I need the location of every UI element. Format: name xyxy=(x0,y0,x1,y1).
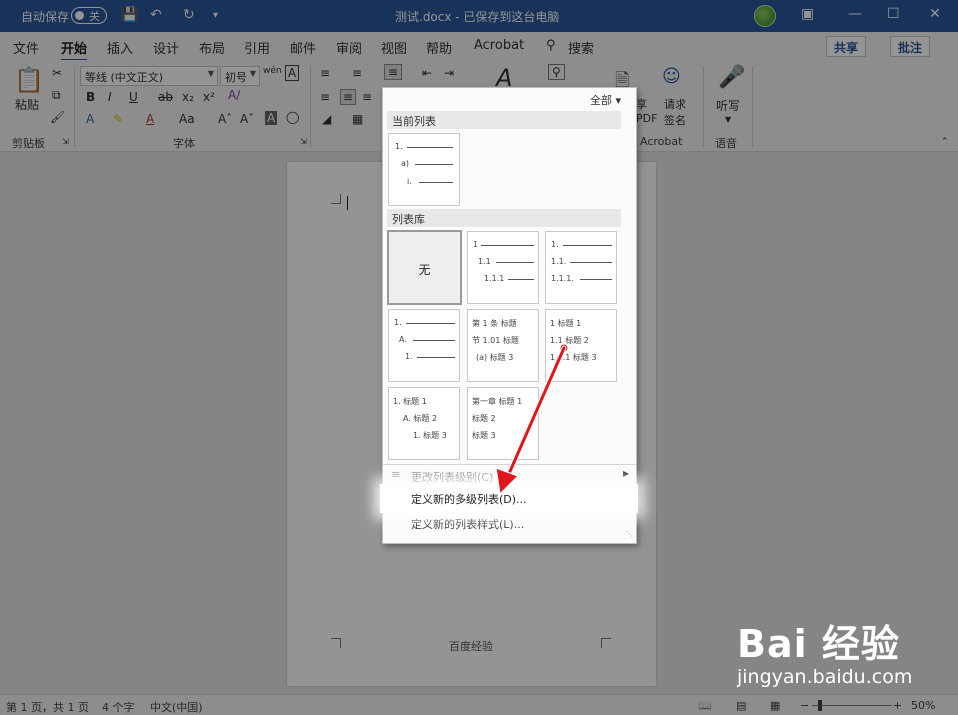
level-line xyxy=(481,245,534,246)
level-1-marker: 1. xyxy=(394,318,402,327)
list-filter-label: 全部 xyxy=(590,94,612,107)
list-option-3[interactable]: 1. A. 1. xyxy=(388,309,460,382)
level-line xyxy=(406,323,455,324)
current-list-thumbnail[interactable]: 1. a) i. xyxy=(388,133,460,206)
level-2-marker: A. 标题 2 xyxy=(403,414,438,423)
level-line xyxy=(563,245,612,246)
level-line xyxy=(417,357,455,358)
level-2-marker: 节 1.01 标题 xyxy=(472,336,519,345)
level-1-marker: 1. xyxy=(395,142,403,151)
list-option-4[interactable]: 第 1 条 标题 节 1.01 标题 (a) 标题 3 xyxy=(467,309,539,382)
level-2-marker: 1.1 xyxy=(478,257,491,266)
level-3-marker: 1.1.1 xyxy=(484,274,505,283)
watermark-url: jingyan.baidu.com xyxy=(737,666,913,688)
level-line xyxy=(496,262,534,263)
menu-divider xyxy=(383,464,636,465)
level-2-marker: A. xyxy=(399,335,407,344)
list-filter[interactable]: 全部 ▾ xyxy=(590,92,621,108)
list-option-2[interactable]: 1. 1.1. 1.1.1. xyxy=(545,231,617,304)
baidu-jingyan-watermark: Bai 经验 jingyan.baidu.com xyxy=(737,613,947,693)
level-line xyxy=(508,279,534,280)
level-line xyxy=(580,279,612,280)
level-3-marker: 标题 3 xyxy=(472,431,496,440)
list-option-7[interactable]: 第一章 标题 1 标题 2 标题 3 xyxy=(467,387,539,460)
chevron-right-icon: ▶ xyxy=(623,469,630,478)
level-line xyxy=(570,262,612,263)
resize-grip-icon[interactable]: ⋱ xyxy=(626,530,633,538)
change-list-level-item[interactable]: 更改列表级别(C) xyxy=(411,469,493,485)
define-new-multilevel-list-label: 定义新的多级列表(D)... xyxy=(411,493,527,506)
level-3-marker: 1. xyxy=(405,352,413,361)
level-3-marker: 1. 标题 3 xyxy=(413,431,447,440)
list-option-5[interactable]: 1 标题 1 1.1 标题 2 1.1.1 标题 3 xyxy=(545,309,617,382)
level-line xyxy=(413,340,455,341)
list-option-none[interactable]: 无 xyxy=(387,230,462,305)
list-option-1[interactable]: 1 1.1 1.1.1 xyxy=(467,231,539,304)
none-label: 无 xyxy=(418,263,431,277)
define-new-list-style-item[interactable]: 定义新的列表样式(L)... xyxy=(411,516,524,532)
level-line xyxy=(419,182,453,183)
level-1-marker: 1. 标题 1 xyxy=(393,397,427,406)
level-1-marker: 1. xyxy=(551,240,559,249)
level-3-marker: 1.1.1. xyxy=(551,274,574,283)
level-1-marker: 1 标题 1 xyxy=(550,319,582,328)
level-3-marker: 1.1.1 标题 3 xyxy=(550,353,597,362)
level-3-marker: (a) 标题 3 xyxy=(476,353,514,362)
current-list-heading: 当前列表 xyxy=(387,111,621,129)
level-1-marker: 第一章 标题 1 xyxy=(472,397,523,406)
level-line xyxy=(407,147,453,148)
define-new-multilevel-list-item[interactable]: 定义新的多级列表(D)... xyxy=(380,484,638,513)
change-level-icon: ≡ xyxy=(391,468,401,481)
level-1-marker: 第 1 条 标题 xyxy=(472,319,517,328)
level-2-marker: a) xyxy=(401,159,410,168)
level-line xyxy=(415,164,453,165)
list-library-heading: 列表库 xyxy=(387,209,621,227)
multilevel-list-dropdown: 全部 ▾ 当前列表 1. a) i. 列表库 无 1 1.1 1.1.1 1. … xyxy=(382,87,637,544)
level-2-marker: 1.1 标题 2 xyxy=(550,336,589,345)
level-1-marker: 1 xyxy=(473,240,479,249)
level-2-marker: 1.1. xyxy=(551,257,567,266)
watermark-logo: Bai 经验 xyxy=(737,622,900,666)
level-2-marker: 标题 2 xyxy=(472,414,496,423)
level-3-marker: i. xyxy=(407,177,412,186)
list-option-6[interactable]: 1. 标题 1 A. 标题 2 1. 标题 3 xyxy=(388,387,460,460)
